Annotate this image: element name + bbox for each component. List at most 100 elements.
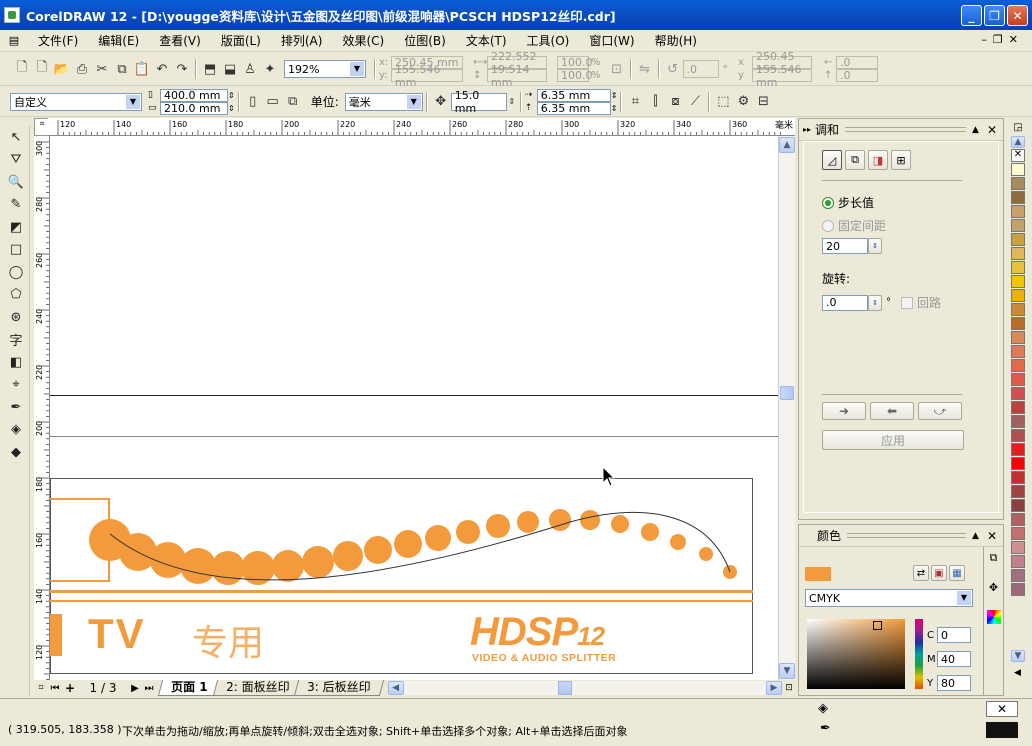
end-object-icon[interactable]: ⬅ [870,402,914,420]
artwork-brand-text[interactable]: HDSP12 [470,610,605,655]
minimize-button[interactable]: _ [961,5,982,26]
palette-swatch[interactable] [1011,219,1025,232]
nav-corner-icon[interactable]: ⌗ [34,683,48,693]
text-tool-icon[interactable]: 字 [4,329,28,352]
palette-swatch[interactable] [1011,485,1025,498]
palette-swatch[interactable] [1011,191,1025,204]
spin-icon[interactable]: ⇕ [228,91,235,100]
scroll-left-icon[interactable]: ◀ [387,681,404,695]
zoom-tool-icon[interactable]: 🔍 [4,171,28,194]
blend-step-circle[interactable] [486,514,510,538]
scroll-thumb[interactable] [557,681,572,695]
palette-swatch[interactable] [1011,387,1025,400]
dup-y-field[interactable]: 6.35 mm [536,101,611,115]
misc-tab-icon[interactable]: ⊞ [891,150,911,170]
menu-arrange[interactable]: 排列(A) [271,32,333,49]
nav-corner-icon[interactable]: ⊡ [782,683,796,693]
options-icon[interactable]: ⚙ [733,92,753,112]
spin-icon[interactable]: ⇕ [228,104,235,113]
minimize-docker-icon[interactable]: ▲ [972,531,979,541]
palette-swatch[interactable] [1011,205,1025,218]
eyedropper-tool-icon[interactable]: ⌖ [4,374,28,397]
pos-y-field[interactable]: 155.546 mm [391,63,463,89]
document-icon[interactable]: ▤ [0,34,28,47]
redo-icon[interactable]: ↷ [172,59,192,79]
palette-swatch[interactable] [1011,541,1025,554]
mirror-icon[interactable]: ⇋ [635,59,655,79]
chevron-down-icon[interactable]: ▼ [350,62,364,76]
scroll-thumb[interactable] [780,386,794,400]
palette-swatch[interactable] [1011,247,1025,260]
color-picker-area[interactable] [807,619,905,689]
minimize-docker-icon[interactable]: ▲ [972,125,979,135]
shape-tool-icon[interactable]: ⛛ [4,149,28,172]
palette-swatch[interactable] [1011,415,1025,428]
palette-swatch[interactable] [1011,373,1025,386]
skew-y-field[interactable]: .0 [836,69,879,82]
page-tab-3[interactable]: 3: 后板丝印 [293,680,384,696]
menu-layout[interactable]: 版面(L) [211,32,271,49]
scroll-up-icon[interactable]: ▲ [1011,136,1025,148]
nudge-field[interactable]: 15.0 mm [450,89,507,115]
palette-swatch[interactable] [1011,289,1025,302]
spin-icon[interactable]: ⇕ [868,294,882,311]
palette-swatch[interactable] [1011,331,1025,344]
spin-icon[interactable]: ⇕ [868,238,882,254]
dup-x-field[interactable]: 6.35 mm [536,88,611,102]
collapse-icon[interactable]: ▸▸ [803,125,811,134]
page-tab-2[interactable]: 2: 面板丝印 [212,680,303,696]
close-docker-icon[interactable]: ✕ [987,529,997,543]
palette-swatch[interactable] [1011,275,1025,288]
print-icon[interactable]: ⎙ [72,59,92,79]
path-properties-icon[interactable]: ⤻ [918,402,962,420]
rotation-field[interactable]: .0 [682,60,719,78]
artwork-tagline[interactable]: VIDEO & AUDIO SPLITTER [472,652,616,664]
launcher-icon[interactable]: ♙ [240,59,260,79]
palette-swatch[interactable] [1011,233,1025,246]
add-page-icon[interactable]: + [62,681,78,695]
polygon-tool-icon[interactable]: ⬠ [4,284,28,307]
menu-help[interactable]: 帮助(H) [645,32,707,49]
palette-swatch[interactable] [1011,345,1025,358]
artwork-rule[interactable] [50,600,753,602]
blend-step-circle[interactable] [611,515,629,533]
scale-y-field[interactable]: 100.0 [557,69,593,82]
artwork-tv-text[interactable]: TV [88,610,146,658]
palette-swatch[interactable] [1011,457,1025,470]
export-icon[interactable]: ⬓ [220,59,240,79]
chevron-down-icon[interactable]: ▼ [957,591,971,605]
c-field[interactable]: 0 [937,627,971,643]
snap-guides-icon[interactable]: ⫿ [645,92,665,112]
horizontal-ruler[interactable]: 120 140 160 180 200 220 240 260 280 300 320 340 360 … [48,118,795,136]
scroll-up-icon[interactable]: ▲ [779,137,795,153]
rotate-field[interactable]: .0 [822,294,868,311]
start-object-icon[interactable]: ➜ [822,402,866,420]
drawing-canvas[interactable]: TV 专用 HDSP12 VIDEO & AUDIO SPLITTER [50,136,778,680]
blend-step-circle[interactable] [699,547,713,561]
palette-swatch[interactable] [1011,401,1025,414]
next-page-icon[interactable]: ▶ [128,683,142,694]
page-width-field[interactable]: 400.0 mm [160,88,228,102]
snap-grid-icon[interactable]: ⌗ [625,92,645,112]
palette-expand-icon[interactable]: ◀ [1014,668,1021,678]
palette-swatch[interactable] [1011,527,1025,540]
menu-view[interactable]: 查看(V) [149,32,211,49]
blend-step-circle[interactable] [211,551,245,585]
blend-step-circle[interactable] [333,541,363,571]
blend-step-circle[interactable] [394,530,422,558]
menu-edit[interactable]: 编辑(E) [88,32,149,49]
nudge-icon[interactable]: ✥ [431,92,451,112]
basic-shapes-tool-icon[interactable]: ⊛ [4,306,28,329]
palette-swatch[interactable] [1011,583,1025,596]
palette-swatch[interactable] [1011,163,1025,176]
rectangle-tool-icon[interactable]: □ [4,239,28,262]
interactive-fill-tool-icon[interactable]: ◆ [4,441,28,464]
m-field[interactable]: 40 [937,651,971,667]
chevron-down-icon[interactable]: ▼ [126,94,140,109]
skew-x-field[interactable]: .0 [836,56,879,69]
ellipse-tool-icon[interactable]: ◯ [4,261,28,284]
blend-step-circle[interactable] [641,523,659,541]
outline-tool-icon[interactable]: ✒ [4,396,28,419]
color-sliders-icon[interactable]: ▣ [931,565,947,581]
hue-slider[interactable] [915,619,923,689]
